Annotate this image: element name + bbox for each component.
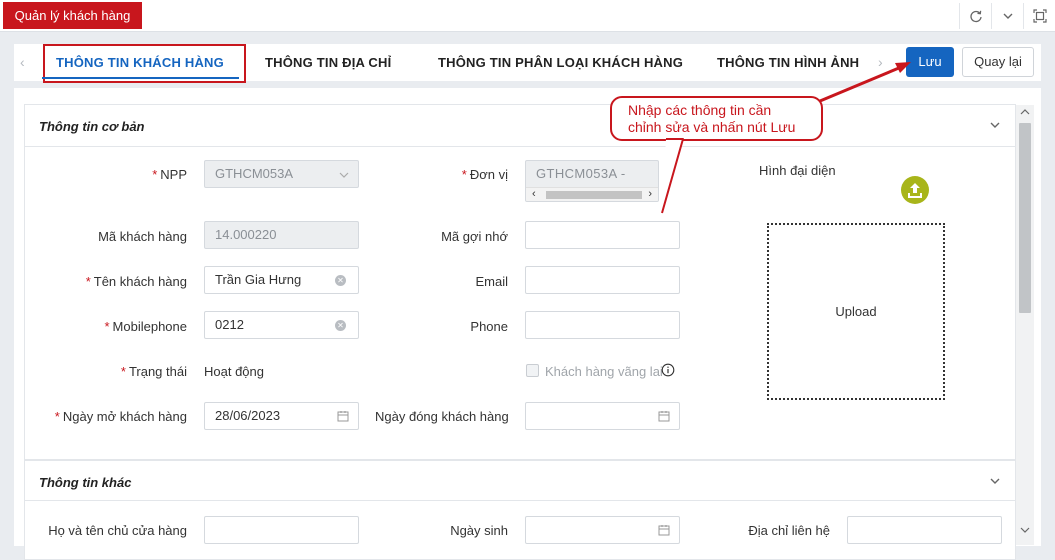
tab-thong-tin-khach-hang[interactable]: THÔNG TIN KHÁCH HÀNG [56,55,224,70]
npp-select[interactable]: GTHCM053A [204,160,359,188]
chu-cua-hang-label: Họ và tên chủ cửa hàng [48,523,187,538]
email-label: Email [475,274,508,289]
ngay-dong-label: Ngày đóng khách hàng [375,409,509,424]
mobilephone-input[interactable]: 0212 ✕ [204,311,359,339]
info-icon[interactable] [661,363,675,377]
section-title: Thông tin cơ bản [39,119,145,134]
ma-khach-hang-input[interactable]: 14.000220 [204,221,359,249]
dia-chi-lien-he-input[interactable] [847,516,1002,544]
ma-goi-nho-input[interactable] [525,221,680,249]
tab-scroll-right-icon[interactable]: › [878,54,883,70]
save-button[interactable]: Lưu [906,47,954,77]
section-header[interactable]: Thông tin cơ bản [25,105,1015,147]
ma-khach-hang-label: Mã khách hàng [98,229,187,244]
chu-cua-hang-input[interactable] [204,516,359,544]
chevron-down-icon[interactable] [989,475,1001,487]
ngay-mo-label: * Ngày mở khách hàng [54,409,187,424]
phone-input[interactable] [525,311,680,339]
scroll-thumb[interactable] [1019,123,1031,313]
ngay-dong-input[interactable] [525,402,680,430]
ngay-sinh-input[interactable] [525,516,680,544]
email-input[interactable] [525,266,680,294]
horizontal-scrollbar[interactable]: ‹ › [526,187,658,201]
tab-thong-tin-phan-loai[interactable]: THÔNG TIN PHÂN LOẠI KHÁCH HÀNG [438,55,683,70]
back-button[interactable]: Quay lại [962,47,1034,77]
khach-hang-vang-lai-label: Khách hàng vãng lai [545,364,663,379]
chevron-down-icon[interactable] [989,119,1001,131]
mobilephone-label: * Mobilephone [104,319,187,334]
top-bar: Quản lý khách hàng [0,0,1055,32]
vertical-scrollbar[interactable] [1016,105,1034,545]
avatar-label: Hình đại diện [759,163,836,178]
phone-label: Phone [470,319,508,334]
top-icon-group [959,3,1055,29]
active-tab-indicator [42,77,239,79]
tab-thong-tin-dia-chi[interactable]: THÔNG TIN ĐỊA CHỈ [265,55,391,70]
ten-khach-hang-input[interactable]: Trần Gia Hưng ✕ [204,266,359,294]
ten-khach-hang-label: * Tên khách hàng [85,274,187,289]
clear-icon[interactable]: ✕ [335,320,346,331]
window-title-tab[interactable]: Quản lý khách hàng [3,2,142,29]
scroll-up-icon[interactable] [1020,108,1030,116]
dia-chi-lien-he-label: Địa chỉ liên hệ [748,523,830,538]
chevron-down-icon[interactable] [991,3,1023,29]
refresh-icon[interactable] [959,3,991,29]
clear-icon[interactable]: ✕ [335,275,346,286]
tab-thong-tin-hinh-anh[interactable]: THÔNG TIN HÌNH ẢNH [717,55,859,70]
tab-scroll-left-icon[interactable]: ‹ [20,54,25,70]
fullscreen-icon[interactable] [1023,3,1055,29]
scroll-down-icon[interactable] [1020,526,1030,534]
upload-icon[interactable] [901,176,929,204]
ma-goi-nho-label: Mã gợi nhớ [441,229,508,244]
trang-thai-value: Hoạt động [204,364,264,379]
ngay-sinh-label: Ngày sinh [450,523,508,538]
npp-label: * NPP [152,167,187,182]
section-title: Thông tin khác [39,475,132,490]
calendar-icon[interactable] [337,410,349,422]
chevron-down-icon [339,172,349,178]
trang-thai-label: * Trạng thái [120,364,187,379]
section-basic-info: Thông tin cơ bản * NPP GTHCM053A * Đơn vị … [24,104,1016,460]
calendar-icon[interactable] [658,524,670,536]
ngay-mo-input[interactable]: 28/06/2023 [204,402,359,430]
avatar-upload-area[interactable]: Upload [767,223,945,400]
form-content: Thông tin cơ bản * NPP GTHCM053A * Đơn vị … [14,88,1041,560]
instruction-callout: Nhập các thông tin cần chỉnh sửa và nhấn… [610,96,823,141]
calendar-icon[interactable] [658,410,670,422]
section-header[interactable]: Thông tin khác [25,461,1015,501]
khach-hang-vang-lai-checkbox[interactable] [526,364,539,377]
tab-bar: ‹ THÔNG TIN KHÁCH HÀNG THÔNG TIN ĐỊA CHỈ… [14,44,1041,83]
don-vi-select[interactable]: GTHCM053A - NP... ‹ › [525,160,659,202]
don-vi-label: * Đơn vị [461,167,508,182]
section-other-info: Thông tin khác Họ và tên chủ cửa hàng Ng… [24,460,1016,560]
